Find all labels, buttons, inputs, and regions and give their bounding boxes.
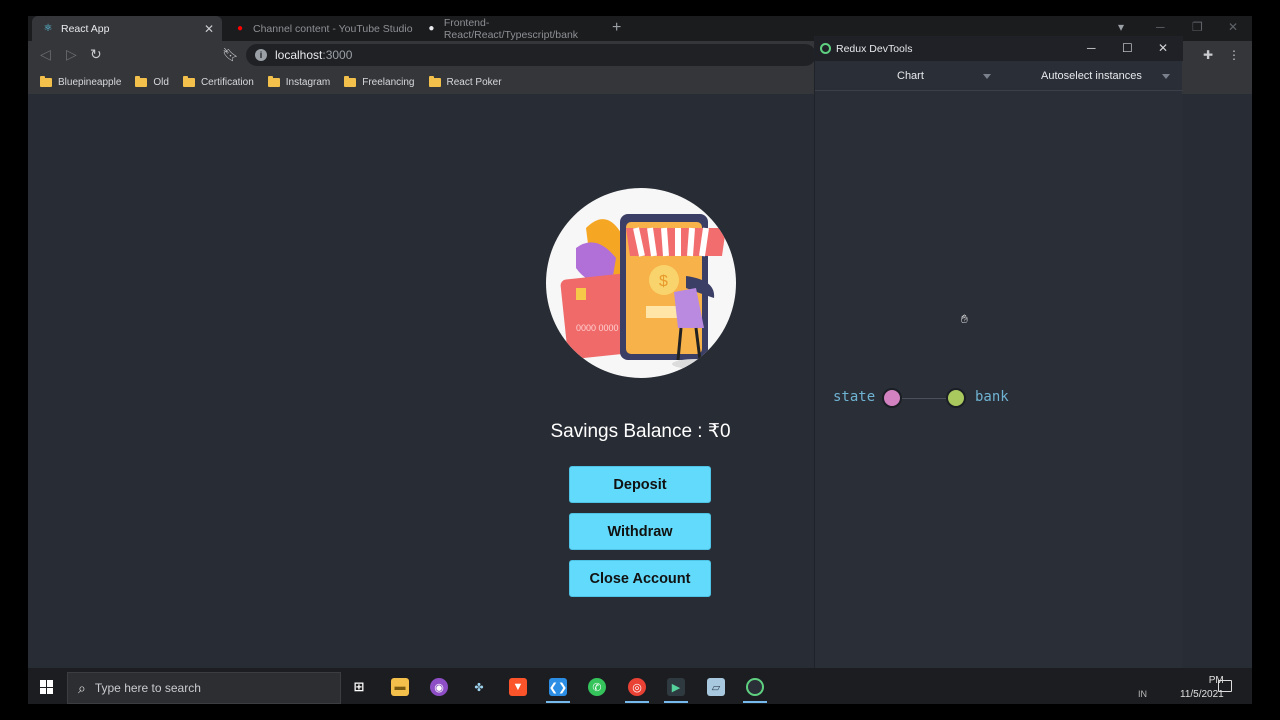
devtools-titlebar: Redux DevTools ─ ☐ ✕	[815, 36, 1183, 61]
bookmark-item[interactable]: Certification	[182, 75, 254, 88]
tab-youtube-studio[interactable]: ● Channel content - YouTube Studio	[224, 16, 414, 41]
chevron-down-icon[interactable]	[983, 74, 991, 79]
bookmark-item[interactable]: Old	[135, 75, 169, 88]
redux-devtools-taskbar-icon[interactable]	[746, 678, 764, 696]
instance-select[interactable]: Autoselect instances	[1041, 70, 1142, 82]
active-indicator	[743, 701, 767, 703]
savings-balance: Savings Balance : ₹0	[550, 421, 731, 442]
tab-label: Frontend-React/React/Typescript/bank	[443, 16, 579, 41]
withdraw-button[interactable]: Withdraw	[569, 513, 711, 550]
tab-search-icon[interactable]: ▾	[1118, 20, 1124, 34]
tree-node-state[interactable]	[882, 388, 902, 408]
shopping-illustration: 0000 0000 $	[546, 188, 736, 378]
brave-icon[interactable]: ▼	[509, 678, 527, 696]
bookmark-item[interactable]: Instagram	[267, 75, 330, 88]
github-desktop-icon[interactable]: ◉	[430, 678, 448, 696]
active-indicator	[625, 701, 649, 703]
close-account-button[interactable]: Close Account	[569, 560, 711, 597]
screen: ⚛ React App ✕ ● Channel content - YouTub…	[28, 16, 1252, 704]
address-bar[interactable]: i localhost :3000	[246, 44, 816, 66]
back-icon[interactable]: ◁	[40, 46, 51, 63]
react-icon: ⚛	[43, 23, 53, 34]
bookmark-icon[interactable]: 🔖︎	[222, 47, 239, 63]
taskbar-search-input[interactable]: ⌕ Type here to search	[67, 672, 341, 704]
folder-icon	[428, 75, 441, 87]
maximize-icon[interactable]: ☐	[1122, 41, 1133, 55]
hand-cursor-icon: ✋︎	[961, 312, 968, 326]
card-number: 0000 0000	[576, 323, 619, 333]
language-indicator[interactable]: IN	[1138, 689, 1147, 699]
youtube-icon: ●	[236, 23, 244, 34]
tab-react-app[interactable]: ⚛ React App ✕	[32, 16, 222, 41]
notes-app-icon[interactable]: ▱	[707, 678, 725, 696]
chevron-down-icon[interactable]	[1162, 74, 1170, 79]
info-icon[interactable]: i	[255, 49, 267, 61]
illustration-graphic: 0000 0000 $	[560, 214, 726, 369]
windows-start-icon[interactable]	[40, 680, 54, 694]
menu-icon[interactable]: ⋮	[1228, 48, 1240, 62]
tab-label: React App	[61, 22, 110, 35]
reload-icon[interactable]: ↻	[90, 46, 102, 63]
url-host: localhost	[275, 48, 323, 62]
folder-icon	[40, 75, 52, 87]
dollar-icon: $	[659, 273, 668, 290]
bookmark-item[interactable]: Freelancing	[344, 75, 415, 88]
redux-devtools-icon	[820, 43, 831, 54]
task-view-icon[interactable]: ⊞	[350, 678, 368, 696]
close-icon[interactable]: ✕	[1158, 41, 1168, 55]
tab-github[interactable]: ● Frontend-React/React/Typescript/bank	[416, 16, 606, 41]
close-icon[interactable]: ✕	[204, 22, 214, 36]
deposit-button[interactable]: Deposit	[569, 466, 711, 503]
active-indicator	[664, 701, 688, 703]
tree-node-label-bank: bank	[975, 389, 1009, 405]
redux-devtools-window: Redux DevTools ─ ☐ ✕ Chart Autoselect in…	[814, 36, 1183, 696]
forward-icon[interactable]: ▷	[66, 46, 77, 63]
minimize-icon[interactable]: ─	[1156, 20, 1165, 34]
devtools-title: Redux DevTools	[836, 42, 913, 55]
tab-label: Channel content - YouTube Studio	[253, 22, 413, 35]
bookmark-item[interactable]: React Poker	[428, 75, 502, 88]
github-icon: ●	[428, 23, 435, 34]
taskbar: ⌕ Type here to search ⊞ ▬ ◉ ✤ ▼ ❮❯ ✆ ◎ ▶…	[28, 668, 1252, 704]
tree-node-label-state: state	[833, 389, 876, 405]
chrome-icon[interactable]: ◎	[628, 678, 646, 696]
search-icon: ⌕	[78, 679, 86, 696]
search-placeholder: Type here to search	[94, 681, 201, 695]
bookmark-item[interactable]: Bluepineapple	[40, 75, 121, 88]
new-tab-icon[interactable]: +	[612, 19, 621, 37]
folder-icon	[344, 75, 357, 87]
notification-icon[interactable]	[1218, 680, 1232, 692]
folder-icon	[182, 75, 195, 87]
monitor-select[interactable]: Chart	[897, 70, 924, 82]
close-window-icon[interactable]: ✕	[1228, 20, 1238, 34]
vscode-icon[interactable]: ❮❯	[549, 678, 567, 696]
url-port: :3000	[322, 48, 353, 62]
minimize-icon[interactable]: ─	[1087, 41, 1096, 55]
whatsapp-icon[interactable]: ✆	[588, 678, 606, 696]
file-explorer-icon[interactable]: ▬	[391, 678, 409, 696]
terminal-icon[interactable]: ▶	[667, 678, 685, 696]
extensions-icon[interactable]: ✚	[1203, 48, 1213, 62]
folder-icon	[135, 75, 148, 87]
devtools-header: Chart Autoselect instances	[815, 61, 1183, 91]
folder-icon	[267, 75, 280, 87]
fan-app-icon[interactable]: ✤	[470, 678, 488, 696]
tree-node-bank[interactable]	[946, 388, 966, 408]
restore-icon[interactable]: ❐	[1192, 20, 1203, 34]
active-indicator	[546, 701, 570, 703]
